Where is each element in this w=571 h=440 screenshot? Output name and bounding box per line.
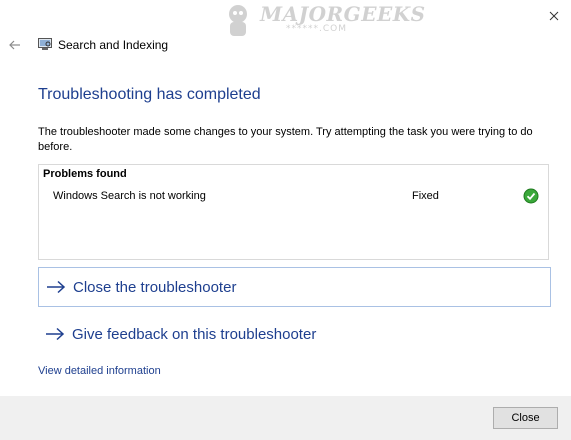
page-title: Troubleshooting has completed [38, 86, 261, 103]
arrow-right-icon [47, 280, 66, 294]
problems-found-panel: Problems found Windows Search is not wor… [38, 164, 549, 260]
view-detailed-information-link[interactable]: View detailed information [38, 365, 161, 377]
problems-header: Problems found [43, 168, 127, 180]
give-feedback-label: Give feedback on this troubleshooter [72, 325, 317, 343]
mascot-icon [229, 5, 247, 36]
give-feedback-link[interactable]: Give feedback on this troubleshooter [38, 314, 551, 354]
back-arrow-icon[interactable] [8, 38, 22, 52]
problem-status: Fixed [412, 190, 439, 202]
check-circle-icon [523, 188, 539, 204]
problem-name: Windows Search is not working [53, 190, 206, 202]
footer-bar: Close [0, 396, 571, 440]
majorgeeks-watermark: MAJORGEEKS ******.COM [216, 0, 425, 40]
watermark-text: MAJORGEEKS [260, 2, 426, 26]
search-indexing-icon [38, 38, 52, 51]
close-troubleshooter-label: Close the troubleshooter [73, 278, 237, 296]
close-icon[interactable] [544, 6, 564, 26]
window-title: Search and Indexing [58, 38, 169, 52]
arrow-right-icon [46, 327, 65, 341]
description-text: The troubleshooter made some changes to … [38, 126, 533, 153]
watermark-subtext: ******.COM [286, 24, 347, 34]
close-button[interactable]: Close [493, 407, 558, 429]
close-troubleshooter-link[interactable]: Close the troubleshooter [38, 267, 551, 307]
